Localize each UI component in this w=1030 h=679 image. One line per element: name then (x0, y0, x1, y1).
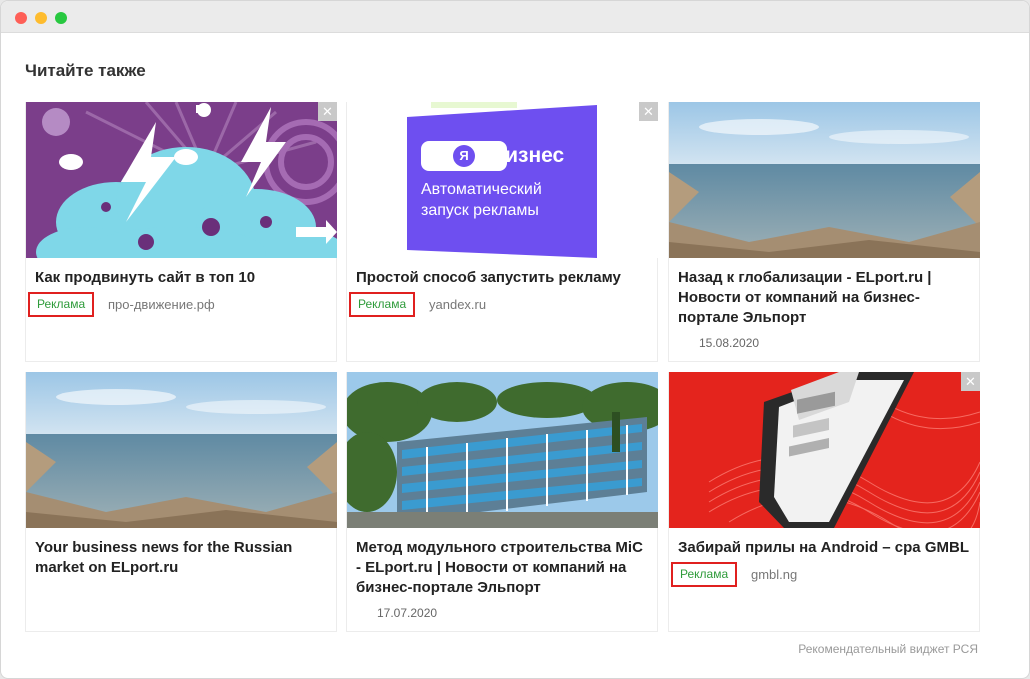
maximize-window-button[interactable] (55, 12, 67, 24)
section-title: Читайте также (25, 61, 146, 80)
close-window-button[interactable] (15, 12, 27, 24)
close-icon[interactable]: ✕ (639, 102, 658, 121)
yandex-letter-badge: Я (453, 145, 475, 167)
card-image[interactable]: Я Бизнес Автоматический запуск рекламы (347, 102, 658, 258)
close-icon[interactable]: ✕ (961, 372, 980, 391)
ad-image-text: запуск рекламы (421, 202, 539, 219)
yandex-brand-text: Бизнес (490, 144, 565, 167)
card-title[interactable]: Метод модульного строительства MiC - ELp… (356, 538, 652, 598)
ad-badge: Реклама (28, 292, 95, 317)
card-image[interactable] (26, 372, 337, 528)
card-title[interactable]: Your business news for the Russian marke… (35, 538, 331, 578)
recommendation-card[interactable]: Метод модульного строительства MiC - ELp… (346, 372, 658, 632)
card-source[interactable]: yandex.ru (429, 297, 486, 312)
ad-badge: Реклама (671, 562, 738, 587)
card-date: 15.08.2020 (699, 336, 760, 350)
browser-window: Читайте также ✕ Как продвинуть сайт в то… (0, 0, 1030, 679)
card-title[interactable]: Назад к глобализации - ELport.ru | Новос… (678, 268, 974, 328)
card-image[interactable] (669, 102, 980, 258)
card-title[interactable]: Забирай прилы на Android – cpa GMBL (678, 538, 974, 558)
recommendation-card[interactable]: Your business news for the Russian marke… (25, 372, 337, 632)
recommendation-card[interactable]: Назад к глобализации - ELport.ru | Новос… (668, 102, 980, 362)
minimize-window-button[interactable] (35, 12, 47, 24)
card-image[interactable] (669, 372, 980, 528)
close-icon[interactable]: ✕ (318, 102, 337, 121)
card-date: 17.07.2020 (377, 606, 438, 620)
ad-badge: Реклама (349, 292, 416, 317)
title-bar (1, 1, 1029, 33)
card-title[interactable]: Как продвинуть сайт в топ 10 (35, 268, 331, 288)
card-source[interactable]: про-движение.рф (108, 297, 215, 312)
card-image[interactable] (26, 102, 337, 258)
recommendation-card[interactable]: ✕ Забирай прилы на Android – cpa GMBL Ре… (668, 372, 980, 632)
recommendation-card[interactable]: ✕ Как продвинуть сайт в топ 10 Реклама п… (25, 102, 337, 362)
recommendation-card[interactable]: Я Бизнес Автоматический запуск рекламы ✕… (346, 102, 658, 362)
card-image[interactable] (347, 372, 658, 528)
card-title[interactable]: Простой способ запустить рекламу (356, 268, 652, 288)
card-source[interactable]: gmbl.ng (751, 567, 797, 582)
ad-image-text: Автоматический (421, 181, 542, 198)
widget-footer[interactable]: Рекомендательный виджет РСЯ (798, 642, 978, 656)
